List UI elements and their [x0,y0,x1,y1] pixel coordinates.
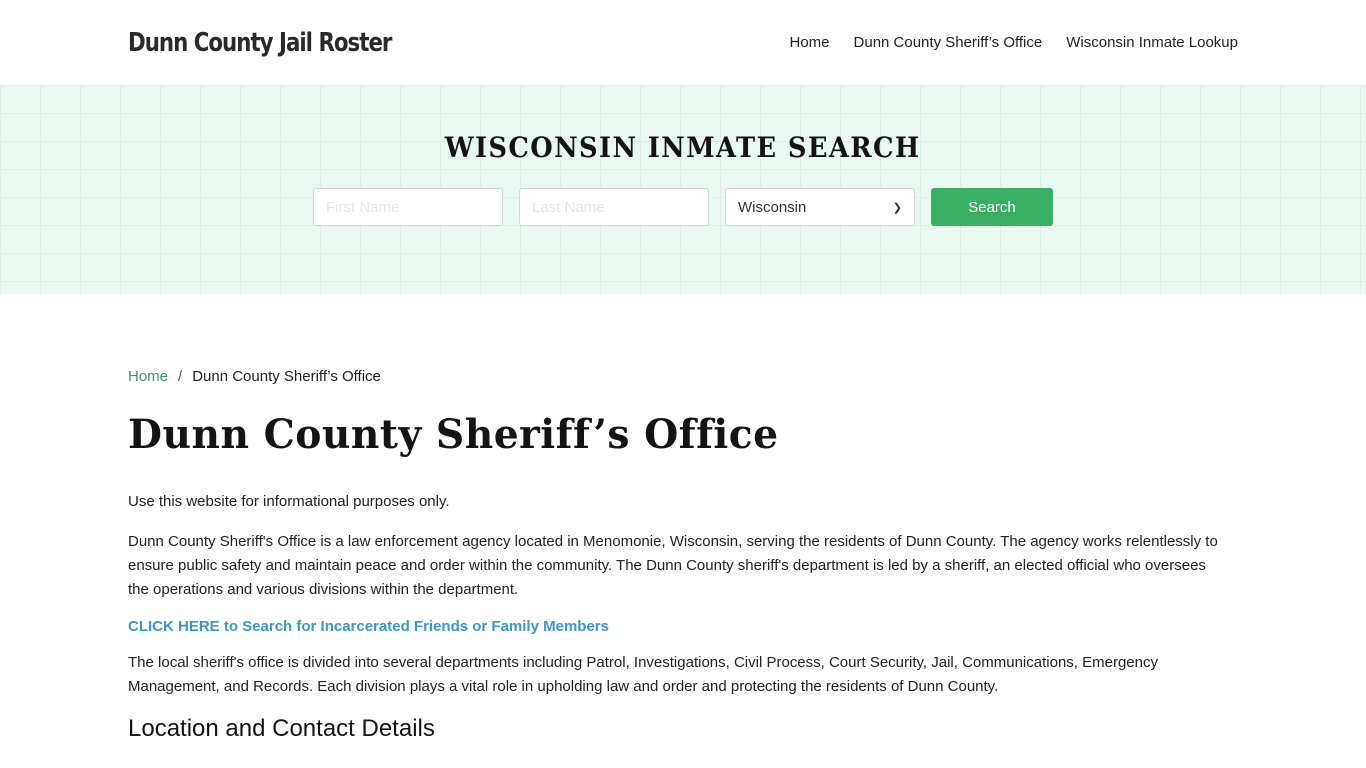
site-header: Dunn County Jail Roster Home Dunn County… [0,0,1366,85]
inmate-search-hero: WISCONSIN INMATE SEARCH Wisconsin ❯ Sear… [0,85,1366,294]
intro-paragraph: Dunn County Sheriff's Office is a law en… [128,533,1218,598]
main-content: Home / Dunn County Sheriff’s Office Dunn… [0,368,1366,743]
state-select-value: Wisconsin [738,198,807,216]
breadcrumb-separator: / [178,368,183,385]
nav-item-sheriffs-office[interactable]: Dunn County Sheriff’s Office [854,34,1043,51]
last-name-input[interactable] [519,188,709,226]
inmate-search-form: Wisconsin ❯ Search [313,188,1053,226]
search-button[interactable]: Search [931,188,1053,226]
site-logo[interactable]: Dunn County Jail Roster [128,28,392,58]
nav-item-inmate-lookup[interactable]: Wisconsin Inmate Lookup [1066,34,1238,51]
page-title: Dunn County Sheriff’s Office [128,411,779,458]
main-nav: Home Dunn County Sheriff’s Office Wiscon… [790,34,1239,51]
inmate-search-cta-link[interactable]: CLICK HERE to Search for Incarcerated Fr… [128,618,1238,635]
breadcrumb-current: Dunn County Sheriff’s Office [192,368,381,385]
nav-item-home[interactable]: Home [790,34,830,51]
location-contact-heading: Location and Contact Details [128,715,435,742]
breadcrumb-home-link[interactable]: Home [128,368,168,385]
disclaimer-text: Use this website for informational purpo… [128,493,450,510]
hero-title: WISCONSIN INMATE SEARCH [445,131,921,164]
chevron-down-icon: ❯ [892,201,902,214]
first-name-input[interactable] [313,188,503,226]
breadcrumb: Home / Dunn County Sheriff’s Office [128,368,1238,385]
departments-paragraph: The local sheriff's office is divided in… [128,654,1158,695]
state-select[interactable]: Wisconsin ❯ [725,188,915,226]
